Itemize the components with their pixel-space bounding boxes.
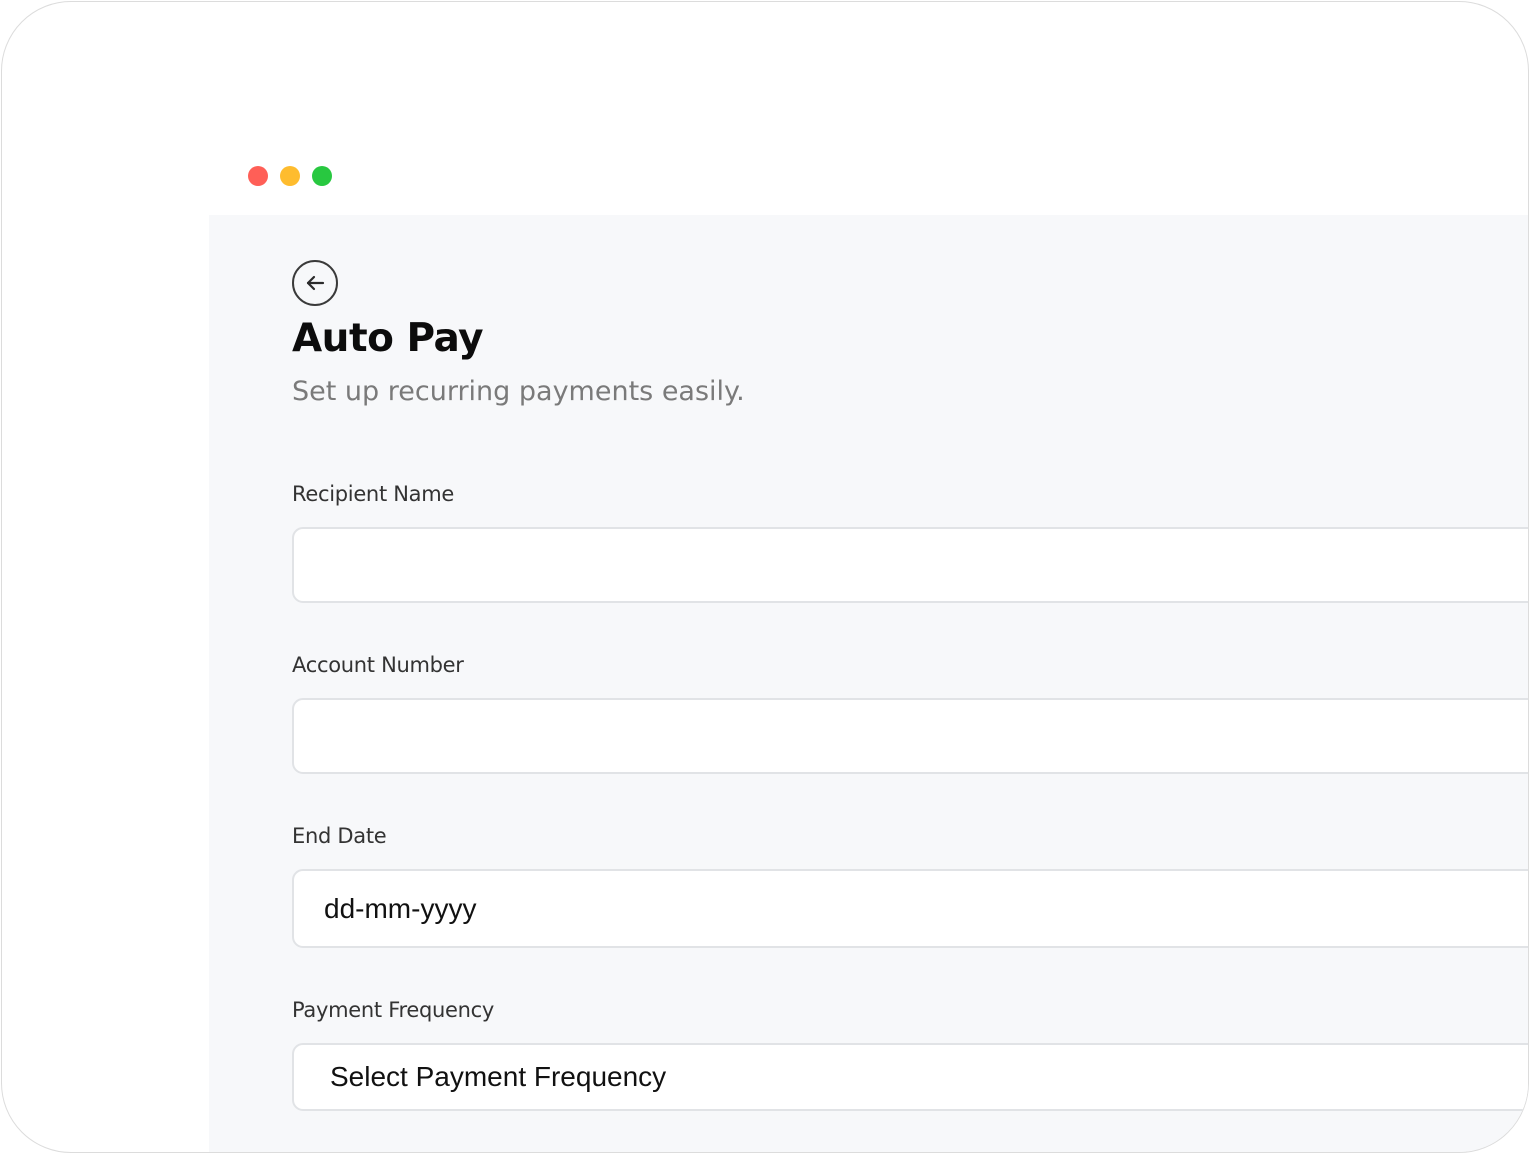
recipient-name-input[interactable] — [292, 527, 1528, 603]
end-date-input[interactable] — [292, 869, 1528, 948]
recipient-name-label: Recipient Name — [292, 482, 455, 506]
window-minimize-button[interactable] — [280, 166, 300, 186]
account-number-label: Account Number — [292, 653, 464, 677]
back-button[interactable] — [292, 260, 338, 306]
payment-frequency-select[interactable]: Select Payment Frequency — [292, 1043, 1528, 1111]
app-frame: Auto Pay Set up recurring payments easil… — [1, 1, 1529, 1153]
autopay-panel: Auto Pay Set up recurring payments easil… — [209, 215, 1528, 1152]
payment-frequency-label: Payment Frequency — [292, 998, 494, 1022]
window-close-button[interactable] — [248, 166, 268, 186]
end-date-label: End Date — [292, 824, 387, 848]
page-subtitle: Set up recurring payments easily. — [292, 376, 745, 407]
window-maximize-button[interactable] — [312, 166, 332, 186]
arrow-left-icon — [303, 271, 327, 295]
payment-frequency-selected-value: Select Payment Frequency — [330, 1061, 667, 1092]
page-title: Auto Pay — [292, 316, 484, 361]
account-number-input[interactable] — [292, 698, 1528, 774]
